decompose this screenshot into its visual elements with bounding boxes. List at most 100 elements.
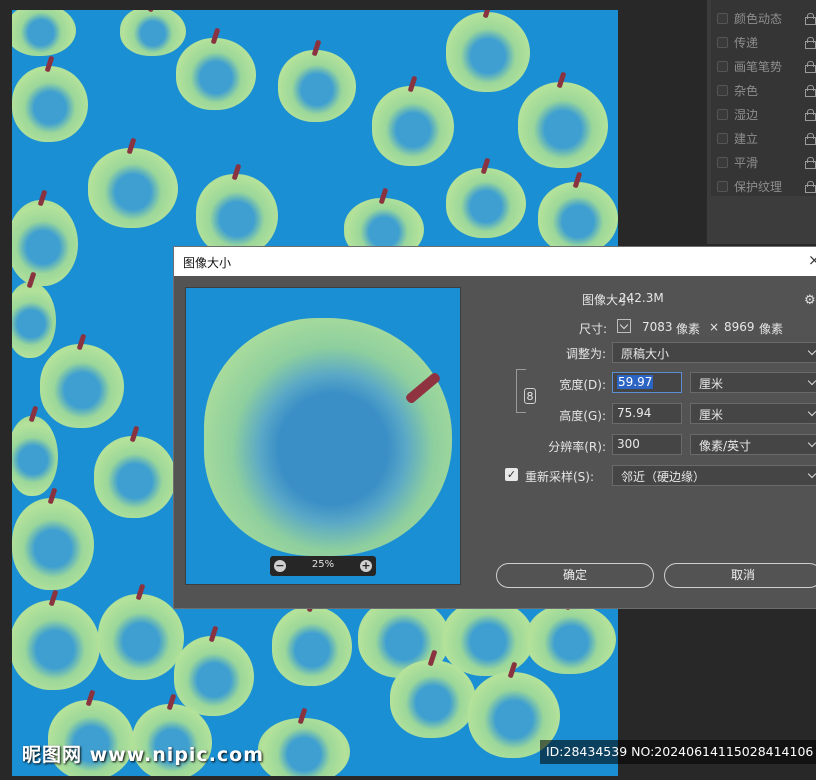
resolution-label: 分辨率(R): xyxy=(548,440,606,454)
brush-option-protect-texture[interactable]: 保护纹理 xyxy=(717,176,816,196)
apple-shape xyxy=(12,498,94,590)
brush-option-build-up[interactable]: 建立 xyxy=(717,128,816,148)
dialog-titlebar[interactable]: 图像大小 × xyxy=(174,247,816,276)
apple-shape xyxy=(12,282,56,358)
dialog-title: 图像大小 xyxy=(183,256,232,270)
lock-icon[interactable] xyxy=(805,180,816,193)
brush-option-checkbox[interactable] xyxy=(717,60,728,72)
image-size-value: 242.3M xyxy=(619,291,664,305)
dimensions-height-px: 8969 xyxy=(724,320,755,334)
fit-to-label: 调整为: xyxy=(565,347,606,361)
ok-button[interactable]: 确定 xyxy=(496,563,654,588)
dimensions-width-px: 7083 xyxy=(642,320,673,334)
resolution-input[interactable]: 300 xyxy=(612,434,682,455)
fit-to-select[interactable]: 原稿大小 xyxy=(612,342,816,363)
brush-option-label: 画笔笔势 xyxy=(734,59,783,74)
fit-to-value: 原稿大小 xyxy=(621,347,670,361)
dimensions-times: × xyxy=(709,320,720,334)
dimensions-label: 尺寸: xyxy=(578,322,607,336)
brush-option-checkbox[interactable] xyxy=(717,108,728,120)
resolution-unit: 像素/英寸 xyxy=(699,439,752,453)
brush-option-transfer[interactable]: 传递 xyxy=(717,32,816,52)
brush-option-label: 保护纹理 xyxy=(734,179,783,194)
dimensions-unit-label: 像素 xyxy=(676,322,701,336)
brush-option-checkbox[interactable] xyxy=(717,84,728,96)
apple-shape xyxy=(526,604,616,674)
apple-shape xyxy=(40,344,124,428)
width-unit-select[interactable]: 厘米 xyxy=(690,372,816,393)
preview-apple-image xyxy=(204,318,452,556)
apple-shape xyxy=(272,606,352,686)
image-preview[interactable]: − 25% + xyxy=(185,287,461,585)
brush-option-checkbox[interactable] xyxy=(717,156,728,168)
image-size-dialog: 图像大小 × − 25% + 图像大小: 242.3M ⚙ 尺寸: 7083 像… xyxy=(173,246,816,609)
resample-checkbox[interactable]: ✓ xyxy=(505,468,518,481)
brush-settings-panel: 颜色动态 传递 画笔笔势 杂色 湿边 建立 平滑 保护纹理 xyxy=(706,0,816,244)
lock-icon[interactable] xyxy=(805,108,816,121)
brush-option-label: 传递 xyxy=(734,35,759,50)
apple-shape xyxy=(98,594,184,680)
brush-option-checkbox[interactable] xyxy=(717,132,728,144)
width-value: 59.97 xyxy=(617,375,654,389)
brush-option-wet-edges[interactable]: 湿边 xyxy=(717,104,816,124)
lock-icon[interactable] xyxy=(805,156,816,169)
width-label: 宽度(D): xyxy=(559,378,606,392)
lock-icon[interactable] xyxy=(805,132,816,145)
watermark-logo: 昵图网 www.nipic.com xyxy=(22,744,265,766)
lock-icon[interactable] xyxy=(805,12,816,25)
cancel-button[interactable]: 取消 xyxy=(664,563,816,588)
lock-icon[interactable] xyxy=(805,36,816,49)
brush-option-label: 杂色 xyxy=(734,83,759,98)
apple-shape xyxy=(538,182,618,254)
apple-shape xyxy=(390,660,476,738)
apple-shape xyxy=(174,636,254,716)
apple-shape xyxy=(12,600,100,690)
apple-shape xyxy=(94,436,176,518)
zoom-in-icon[interactable]: + xyxy=(360,560,372,572)
apple-shape xyxy=(88,148,178,228)
dimensions-unit-dropdown[interactable] xyxy=(617,319,631,333)
resample-label: 重新采样(S): xyxy=(525,470,595,484)
apple-shape xyxy=(12,200,78,286)
height-value: 75.94 xyxy=(617,406,652,420)
brush-option-color-dynamics[interactable]: 颜色动态 xyxy=(717,8,816,28)
width-unit: 厘米 xyxy=(699,377,724,391)
apple-shape xyxy=(176,38,256,110)
height-input[interactable]: 75.94 xyxy=(612,403,682,424)
apple-shape xyxy=(442,600,534,676)
brush-option-label: 平滑 xyxy=(734,155,759,170)
width-input[interactable]: 59.97 xyxy=(612,372,682,393)
ok-button-label: 确定 xyxy=(562,568,587,582)
brush-option-brush-pose[interactable]: 画笔笔势 xyxy=(717,56,816,76)
brush-option-noise[interactable]: 杂色 xyxy=(717,80,816,100)
zoom-control: − 25% + xyxy=(270,556,376,576)
apple-shape xyxy=(446,12,530,92)
apple-shape xyxy=(12,416,58,496)
gear-icon[interactable]: ⚙ xyxy=(804,293,816,308)
workspace: 颜色动态 传递 画笔笔势 杂色 湿边 建立 平滑 保护纹理 昵图网 www.ni… xyxy=(0,0,816,780)
apple-shape xyxy=(12,66,88,142)
brush-option-checkbox[interactable] xyxy=(717,36,728,48)
brush-option-checkbox[interactable] xyxy=(717,180,728,192)
resample-method-select[interactable]: 邻近（硬边缘） xyxy=(612,465,816,486)
apple-shape xyxy=(372,86,454,166)
brush-option-label: 湿边 xyxy=(734,107,759,122)
dimensions-unit-label: 像素 xyxy=(759,322,784,336)
close-icon[interactable]: × xyxy=(808,251,816,269)
height-unit-select[interactable]: 厘米 xyxy=(690,403,816,424)
brush-option-smoothing[interactable]: 平滑 xyxy=(717,152,816,172)
apple-shape xyxy=(12,10,76,56)
apple-shape xyxy=(196,174,278,256)
apple-shape xyxy=(446,168,526,238)
apple-shape xyxy=(120,10,186,56)
lock-icon[interactable] xyxy=(805,60,816,73)
brush-option-checkbox[interactable] xyxy=(717,12,728,24)
resolution-value: 300 xyxy=(617,437,640,451)
lock-icon[interactable] xyxy=(805,84,816,97)
apple-shape xyxy=(518,82,608,168)
height-label: 高度(G): xyxy=(559,409,606,423)
watermark-id: ID:28434539 NO:20240614115028414106 xyxy=(540,740,816,764)
apple-shape xyxy=(258,718,350,776)
resolution-unit-select[interactable]: 像素/英寸 xyxy=(690,434,816,455)
cancel-button-label: 取消 xyxy=(730,568,755,582)
